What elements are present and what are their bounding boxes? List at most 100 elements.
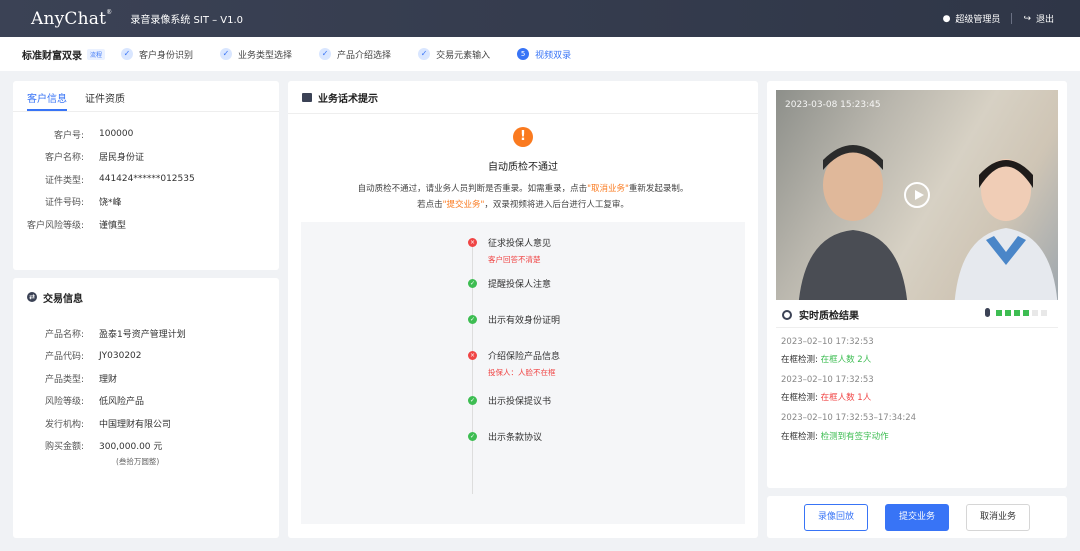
field-value: 饶*峰 [99, 198, 122, 209]
customer-figure [798, 145, 908, 300]
exchange-icon: ⇄ [27, 292, 37, 302]
level-bar [1041, 309, 1047, 316]
trade-header: ⇄ 交易信息 [13, 278, 279, 316]
step-business-type[interactable]: ✓ 业务类型选择 [220, 48, 292, 61]
field-value: 理财 [99, 374, 118, 385]
amount-in-words: (叁拾万圆整) [116, 457, 160, 466]
flow-title: 标准财富双录 [22, 50, 82, 62]
checklist-item: × 介绍保险产品信息 [468, 349, 560, 362]
checklist-item: ✓ 出示投保提议书 [468, 394, 551, 407]
qc-title: 实时质检结果 [799, 311, 859, 322]
field-label: 证件类型: [44, 175, 84, 186]
check-icon: ✓ [418, 48, 431, 60]
system-name: 录音录像系统 SIT – V1.0 [130, 15, 244, 26]
step-product-intro[interactable]: ✓ 产品介绍选择 [319, 48, 391, 61]
field-value: 中国理财有限公司 [99, 419, 172, 430]
check-icon: ✓ [121, 48, 134, 60]
cancel-button[interactable]: 取消业务 [966, 504, 1030, 531]
warning-message-line1: 自动质检不通过，请业务人员判断是否重录。如需重录，点击"取消业务"重新发起录制。 [357, 184, 689, 194]
field-value: 盈泰1号资产管理计划 [99, 329, 186, 340]
divider [1011, 13, 1013, 24]
field-value: JY030202 [99, 350, 142, 361]
checklist-item: × 征求投保人意见 [468, 236, 551, 249]
audio-level-meter [985, 308, 1050, 317]
step-label: 产品介绍选择 [337, 50, 392, 61]
trade-row: 产品名称: 盈泰1号资产管理计划 [13, 322, 186, 345]
field-label: 客户风险等级: [26, 220, 84, 231]
agent-figure [954, 159, 1058, 300]
check-icon: ✓ [220, 48, 233, 60]
warning-icon: ! [513, 127, 533, 147]
step-label: 视频双录 [535, 50, 572, 61]
video-timestamp: 2023-03-08 15:23:45 [785, 100, 881, 110]
script-title: 业务话术提示 [318, 93, 378, 105]
step-trade-input[interactable]: ✓ 交易元素输入 [418, 48, 490, 61]
customer-row: 证件号码: 饶*峰 [13, 191, 195, 214]
fail-icon: × [468, 351, 477, 360]
submit-button[interactable]: 提交业务 [885, 504, 949, 531]
user-icon: ● [942, 13, 951, 24]
customer-panel: 客户信息 证件资质 客户号: 100000 客户名称: 居民身份证 证件类型: 441… [13, 81, 279, 270]
message-icon [302, 92, 312, 102]
logout-link[interactable]: 退出 [1036, 12, 1054, 25]
qc-record-time: 2023–02–10 17:32:53 [781, 337, 874, 347]
step-number-icon: 5 [517, 48, 530, 60]
item-error: 客户回答不清楚 [488, 255, 541, 264]
step-label: 客户身份识别 [139, 50, 194, 61]
target-icon [782, 309, 792, 320]
field-value: 300,000.00 元 [99, 442, 163, 453]
success-icon: ✓ [468, 279, 477, 288]
playback-button[interactable]: 录像回放 [804, 504, 868, 531]
qc-record: 在框检测: 在框人数 1人 [781, 393, 872, 403]
level-bar [1032, 309, 1038, 316]
step-video-record[interactable]: 5 视频双录 [517, 48, 571, 61]
check-icon: ✓ [319, 48, 332, 60]
customer-row: 客户名称: 居民身份证 [13, 146, 195, 169]
warning-title: 自动质检不通过 [488, 162, 558, 173]
field-label: 购买金额: [44, 442, 84, 453]
checklist-item: ✓ 出示条款协议 [468, 430, 542, 443]
trade-row: 风险等级: 低风险产品 [13, 390, 186, 413]
microphone-icon [985, 308, 990, 317]
field-label: 产品名称: [44, 329, 84, 340]
field-label: 产品代码: [44, 352, 84, 363]
qc-record: 在框检测: 在框人数 2人 [781, 355, 872, 365]
field-label: 发行机构: [44, 419, 84, 430]
action-bar: 录像回放 提交业务 取消业务 [767, 496, 1067, 538]
field-label: 客户号: [53, 130, 84, 141]
step-label: 业务类型选择 [238, 50, 293, 61]
level-bar [1023, 309, 1029, 316]
step-label: 交易元素输入 [436, 50, 491, 61]
video-panel: 2023-03-08 15:23:45 实时质检结果 2023–02–10 17… [767, 81, 1067, 488]
checklist-item: ✓ 提醒投保人注意 [468, 277, 551, 290]
level-bar [996, 309, 1002, 316]
trade-row: 产品代码: JY030202 [13, 345, 186, 368]
script-panel: 业务话术提示 ! 自动质检不通过 自动质检不通过，请业务人员判断是否重录。如需重… [288, 81, 758, 538]
trade-row: 发行机构: 中国理财有限公司 [13, 412, 186, 435]
success-icon: ✓ [468, 315, 477, 324]
item-label: 征求投保人意见 [488, 239, 552, 249]
customer-row: 客户号: 100000 [13, 123, 195, 146]
success-icon: ✓ [468, 432, 477, 441]
field-label: 客户名称: [44, 153, 84, 164]
trade-panel: ⇄ 交易信息 产品名称: 盈泰1号资产管理计划 产品代码: JY030202 产品类… [13, 278, 279, 538]
logout-icon[interactable]: ↪ [1023, 14, 1031, 24]
item-label: 出示条款协议 [488, 433, 543, 443]
trade-row: 产品类型: 理财 [13, 367, 186, 390]
qc-record-time: 2023–02–10 17:32:53–17:34:24 [781, 413, 917, 423]
step-customer-id[interactable]: ✓ 客户身份识别 [121, 48, 193, 61]
fail-icon: × [468, 238, 477, 247]
field-label: 风险等级: [44, 397, 84, 408]
user-name[interactable]: 超级管理员 [955, 12, 1000, 25]
qc-record-time: 2023–02–10 17:32:53 [781, 375, 874, 385]
item-label: 介绍保险产品信息 [488, 352, 561, 362]
top-bar: AnyChat® 录音录像系统 SIT – V1.0 ● 超级管理员 ↪ 退出 [0, 0, 1080, 37]
script-checklist: × 征求投保人意见 客户回答不清楚 ✓ 提醒投保人注意 ✓ 出示有效身份证明 × 介绍保… [301, 222, 745, 524]
app-logo: AnyChat® [31, 8, 113, 29]
flow-tag: 流程 [87, 48, 106, 60]
play-icon[interactable] [904, 182, 930, 208]
field-value: 低风险产品 [99, 397, 145, 408]
field-value: 谨慎型 [99, 220, 127, 231]
trade-row: 购买金额: 300,000.00 元 [13, 435, 186, 458]
video-player[interactable]: 2023-03-08 15:23:45 [776, 90, 1058, 300]
